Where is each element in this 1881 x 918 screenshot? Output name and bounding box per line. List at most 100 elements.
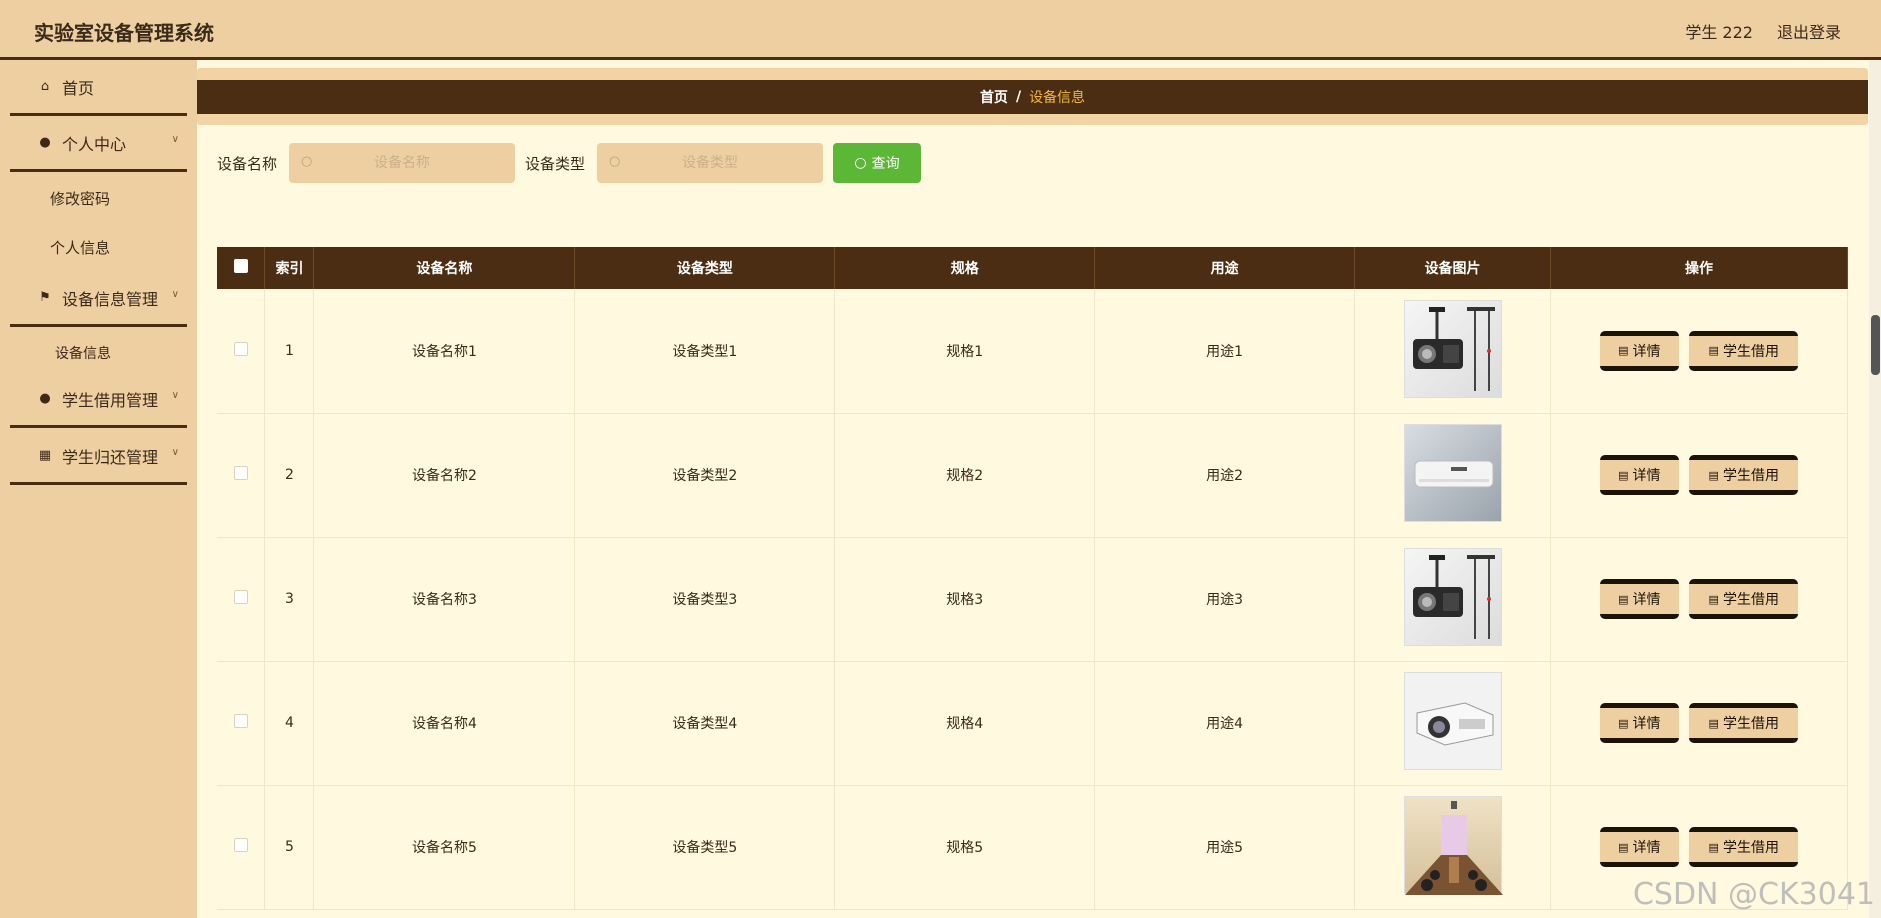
- scrollbar-thumb[interactable]: [1871, 315, 1880, 375]
- borrow-button[interactable]: ▤ 学生借用: [1689, 703, 1799, 743]
- search-icon: ○: [854, 155, 867, 171]
- cell-spec: 规格1: [834, 289, 1096, 414]
- detail-button[interactable]: ▤ 详情: [1599, 330, 1679, 371]
- equipment-table: 索引 设备名称 设备类型 规格 用途 设备图片 操作 1 设备名称1 设备类型1…: [217, 247, 1848, 910]
- row-checkbox-cell: [217, 537, 266, 662]
- home-icon: ⌂: [40, 79, 50, 94]
- sidebar-item-label: 学生借用管理: [62, 390, 159, 410]
- cell-type: 设备类型5: [574, 785, 836, 910]
- cell-use: 用途5: [1094, 785, 1356, 910]
- row-checkbox[interactable]: [233, 466, 248, 480]
- cell-name: 设备名称3: [313, 537, 576, 662]
- flag-icon: ⚑: [39, 290, 51, 305]
- equipment-image-projector[interactable]: [1403, 671, 1502, 770]
- header-type: 设备类型: [574, 247, 836, 289]
- cell-spec: 规格3: [834, 537, 1096, 662]
- select-all-checkbox[interactable]: [233, 259, 248, 273]
- document-icon: ▤: [1618, 344, 1629, 358]
- cell-image: [1354, 785, 1552, 910]
- vertical-scrollbar[interactable]: [1869, 60, 1881, 918]
- borrow-button[interactable]: ▤ 学生借用: [1689, 827, 1799, 867]
- sidebar-item-borrow[interactable]: ● 学生借用管理 ∨: [10, 372, 187, 428]
- cell-actions: ▤ 详情 ▤ 学生借用: [1550, 537, 1848, 662]
- cell-spec: 规格5: [834, 785, 1096, 910]
- name-search-input[interactable]: [289, 143, 516, 183]
- table-row: 3 设备名称3 设备类型3 规格3 用途3 ▤ 详情 ▤ 学生借用: [217, 537, 1848, 662]
- document-icon: ▤: [1708, 592, 1719, 606]
- cell-index: 4: [264, 661, 315, 786]
- sidebar-sub-equipment-info[interactable]: 设备信息: [55, 343, 111, 363]
- search-icon: ○: [609, 154, 621, 169]
- detail-button[interactable]: ▤ 详情: [1599, 455, 1679, 495]
- cell-use: 用途1: [1094, 289, 1356, 414]
- cell-actions: ▤ 详情 ▤ 学生借用: [1550, 413, 1848, 538]
- current-user: 学生 222: [1685, 23, 1753, 42]
- sidebar-item-equipment[interactable]: ⚑ 设备信息管理 ∨: [10, 271, 187, 327]
- chevron-down-icon: ∨: [171, 134, 179, 145]
- breadcrumb: 首页 / 设备信息: [197, 80, 1868, 114]
- row-checkbox[interactable]: [233, 714, 248, 728]
- header-image: 设备图片: [1354, 247, 1552, 289]
- cell-spec: 规格2: [834, 413, 1096, 538]
- row-checkbox[interactable]: [233, 341, 248, 356]
- cell-type: 设备类型2: [574, 413, 836, 538]
- equipment-image-meeting-room[interactable]: [1403, 795, 1503, 895]
- sidebar-item-return[interactable]: ▦ 学生归还管理 ∨: [10, 429, 187, 485]
- cell-image: [1354, 661, 1552, 786]
- document-icon: ▤: [1708, 716, 1719, 730]
- chevron-down-icon: ∨: [171, 447, 179, 458]
- row-checkbox-cell: [217, 785, 266, 910]
- header-spec: 规格: [834, 247, 1096, 289]
- borrow-button[interactable]: ▤ 学生借用: [1689, 455, 1799, 495]
- user-icon: ●: [39, 135, 51, 150]
- table-row: 2 设备名称2 设备类型2 规格2 用途2 ▤ 详情 ▤ 学生借用: [217, 413, 1848, 538]
- sidebar-item-personal[interactable]: ● 个人中心 ∨: [10, 116, 187, 172]
- sidebar-item-label: 个人中心: [62, 134, 127, 154]
- main-content: 首页 / 设备信息 设备名称 ○ 设备类型 ○ ○ 查询 索引 设备名称 设备类…: [197, 60, 1869, 918]
- row-checkbox[interactable]: [233, 590, 248, 604]
- query-button[interactable]: ○ 查询: [833, 143, 922, 183]
- cell-index: 5: [264, 785, 315, 910]
- document-icon: ▤: [1618, 468, 1629, 482]
- equipment-image-projector-mount[interactable]: [1403, 548, 1502, 646]
- cell-actions: ▤ 详情 ▤ 学生借用: [1550, 289, 1848, 414]
- header-index: 索引: [264, 247, 315, 289]
- detail-button[interactable]: ▤ 详情: [1599, 703, 1679, 743]
- cell-use: 用途3: [1094, 537, 1356, 662]
- sidebar-sub-personal-info[interactable]: 个人信息: [50, 237, 110, 258]
- document-icon: ▤: [1618, 592, 1629, 606]
- equipment-image-projector-mount[interactable]: [1403, 299, 1502, 398]
- cell-image: [1354, 413, 1552, 538]
- logout-link[interactable]: 退出登录: [1777, 19, 1841, 43]
- cell-spec: 规格4: [834, 661, 1096, 786]
- top-bar: 实验室设备管理系统 学生 222 退出登录: [0, 0, 1881, 60]
- app-title: 实验室设备管理系统: [34, 21, 214, 45]
- name-search-field: ○: [289, 143, 516, 183]
- header-name: 设备名称: [313, 247, 576, 289]
- query-button-label: 查询: [871, 156, 900, 172]
- detail-button[interactable]: ▤ 详情: [1599, 579, 1679, 619]
- cell-name: 设备名称5: [313, 785, 576, 910]
- borrow-button[interactable]: ▤ 学生借用: [1689, 330, 1799, 371]
- borrow-button[interactable]: ▤ 学生借用: [1689, 579, 1799, 619]
- search-bar: 设备名称 ○ 设备类型 ○ ○ 查询: [217, 143, 922, 183]
- equipment-image-air-conditioner[interactable]: [1403, 423, 1502, 522]
- cell-name: 设备名称4: [313, 661, 576, 786]
- sidebar-item-home[interactable]: ⌂ 首页: [10, 60, 187, 116]
- chevron-down-icon: ∨: [171, 390, 179, 401]
- sidebar: ⌂ 首页 ● 个人中心 ∨ 修改密码 个人信息 ⚑ 设备信息管理 ∨ 设备信息 …: [0, 60, 197, 918]
- header-use: 用途: [1094, 247, 1356, 289]
- row-checkbox-cell: [217, 661, 266, 786]
- detail-button[interactable]: ▤ 详情: [1599, 827, 1679, 867]
- row-checkbox[interactable]: [233, 838, 248, 852]
- search-icon: ○: [301, 154, 313, 169]
- breadcrumb-separator: /: [1015, 89, 1022, 105]
- breadcrumb-home[interactable]: 首页: [980, 87, 1008, 107]
- name-search-label: 设备名称: [217, 154, 278, 173]
- table-row: 4 设备名称4 设备类型4 规格4 用途4 ▤ 详情 ▤ 学生借用: [217, 661, 1848, 786]
- sidebar-sub-change-password[interactable]: 修改密码: [50, 188, 110, 209]
- select-all-header: [217, 247, 266, 289]
- document-icon: ▤: [1708, 344, 1719, 358]
- type-search-label: 设备类型: [525, 154, 586, 173]
- type-search-input[interactable]: [597, 143, 824, 183]
